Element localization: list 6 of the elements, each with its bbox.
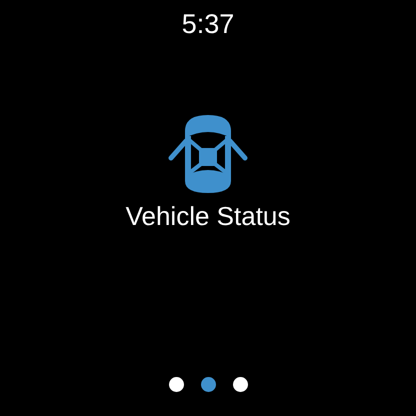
tile-title: Vehicle Status bbox=[126, 201, 290, 231]
page-indicator-dot[interactable] bbox=[200, 377, 216, 392]
page-indicator-dot[interactable] bbox=[232, 377, 248, 392]
car-doors-open-icon bbox=[168, 114, 248, 194]
clock-time: 5:37 bbox=[182, 8, 234, 40]
page-indicator-dot[interactable] bbox=[168, 377, 184, 392]
